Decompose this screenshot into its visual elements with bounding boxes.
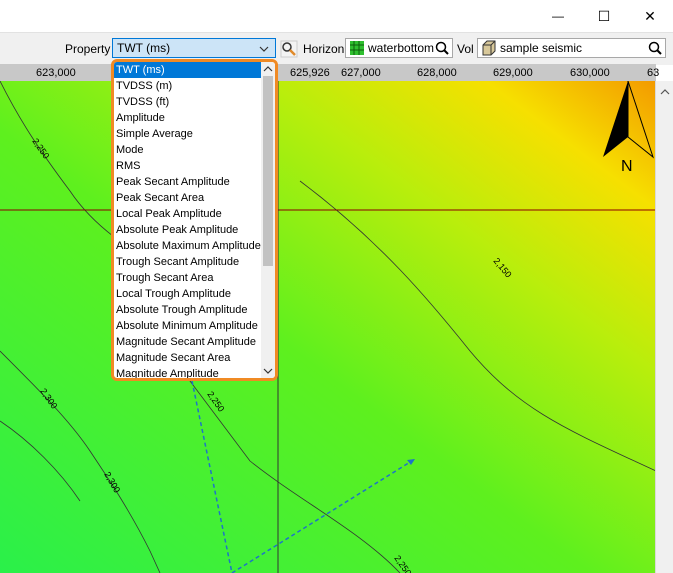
property-option[interactable]: Mode <box>114 142 261 158</box>
maximize-icon: ☐ <box>597 7 611 24</box>
property-option[interactable]: Peak Secant Area <box>114 190 261 206</box>
property-option[interactable]: Magnitude Secant Area <box>114 350 261 366</box>
map-vertical-scrollbar[interactable] <box>655 81 673 573</box>
ruler-tick: 623,000 <box>36 67 76 79</box>
property-label: Property <box>65 42 111 56</box>
close-icon: ✕ <box>644 7 656 24</box>
ruler-tick: 628,000 <box>417 67 457 79</box>
chevron-up-icon[interactable] <box>660 89 670 95</box>
property-option[interactable]: Local Trough Amplitude <box>114 286 261 302</box>
volume-field[interactable]: sample seismic <box>477 38 666 58</box>
search-icon[interactable] <box>648 41 662 55</box>
property-select[interactable]: TWT (ms) <box>112 38 276 58</box>
property-dropdown-list[interactable]: TWT (ms) TVDSS (m) TVDSS (ft) Amplitude Simp… <box>111 59 278 381</box>
vol-label: Vol <box>457 42 474 56</box>
ruler-tick: 627,000 <box>341 67 381 79</box>
horizon-grid-icon <box>350 41 364 55</box>
property-option[interactable]: Absolute Peak Amplitude <box>114 222 261 238</box>
property-option[interactable]: Trough Secant Area <box>114 270 261 286</box>
property-option[interactable]: Magnitude Amplitude <box>114 366 261 378</box>
surface-map: 2,250 2,150 2,300 2,250 2,300 2,250 N <box>0 81 656 573</box>
property-option[interactable]: TWT (ms) <box>114 62 261 78</box>
property-option[interactable]: TVDSS (ft) <box>114 94 261 110</box>
horizon-field[interactable]: waterbottom <box>345 38 453 58</box>
chevron-up-icon[interactable] <box>263 66 273 72</box>
volume-value: sample seismic <box>500 41 583 55</box>
property-option[interactable]: Simple Average <box>114 126 261 142</box>
dropdown-scrollbar[interactable] <box>261 62 275 378</box>
map-toolbar: Property TWT (ms) Horizon waterbottom Vo… <box>0 32 673 65</box>
wand-icon[interactable] <box>279 39 299 62</box>
minimize-button[interactable]: — <box>535 0 581 32</box>
property-option[interactable]: Peak Secant Amplitude <box>114 174 261 190</box>
minimize-icon: — <box>552 9 564 23</box>
property-option[interactable]: Absolute Maximum Amplitude <box>114 238 261 254</box>
ruler-tick: 63 <box>647 67 660 79</box>
property-option[interactable]: TVDSS (m) <box>114 78 261 94</box>
chevron-down-icon[interactable] <box>263 368 273 374</box>
ruler-tick: 625,926 <box>290 67 330 79</box>
title-bar: — ☐ ✕ <box>0 0 673 32</box>
map-canvas[interactable]: 2,250 2,150 2,300 2,250 2,300 2,250 N <box>0 81 656 573</box>
horizon-value: waterbottom <box>368 41 435 55</box>
property-option[interactable]: Absolute Trough Amplitude <box>114 302 261 318</box>
property-option[interactable]: Amplitude <box>114 110 261 126</box>
seismic-volume-icon <box>482 40 496 56</box>
property-option[interactable]: RMS <box>114 158 261 174</box>
property-option[interactable]: Absolute Minimum Amplitude <box>114 318 261 334</box>
ruler-tick: 629,000 <box>493 67 533 79</box>
maximize-button[interactable]: ☐ <box>581 0 627 32</box>
horizon-label: Horizon <box>303 42 345 56</box>
dropdown-scroll-thumb[interactable] <box>263 76 273 266</box>
chevron-down-icon <box>259 46 269 52</box>
north-label: N <box>621 158 633 175</box>
property-option[interactable]: Trough Secant Amplitude <box>114 254 261 270</box>
property-option[interactable]: Local Peak Amplitude <box>114 206 261 222</box>
property-select-value: TWT (ms) <box>117 41 171 55</box>
search-icon[interactable] <box>435 41 449 55</box>
property-options: TWT (ms) TVDSS (m) TVDSS (ft) Amplitude Simp… <box>114 62 261 378</box>
x-coordinate-ruler: 623,000 625,926 627,000 628,000 629,000 … <box>0 64 660 82</box>
ruler-tick: 630,000 <box>570 67 610 79</box>
property-option[interactable]: Magnitude Secant Amplitude <box>114 334 261 350</box>
close-button[interactable]: ✕ <box>627 0 673 32</box>
